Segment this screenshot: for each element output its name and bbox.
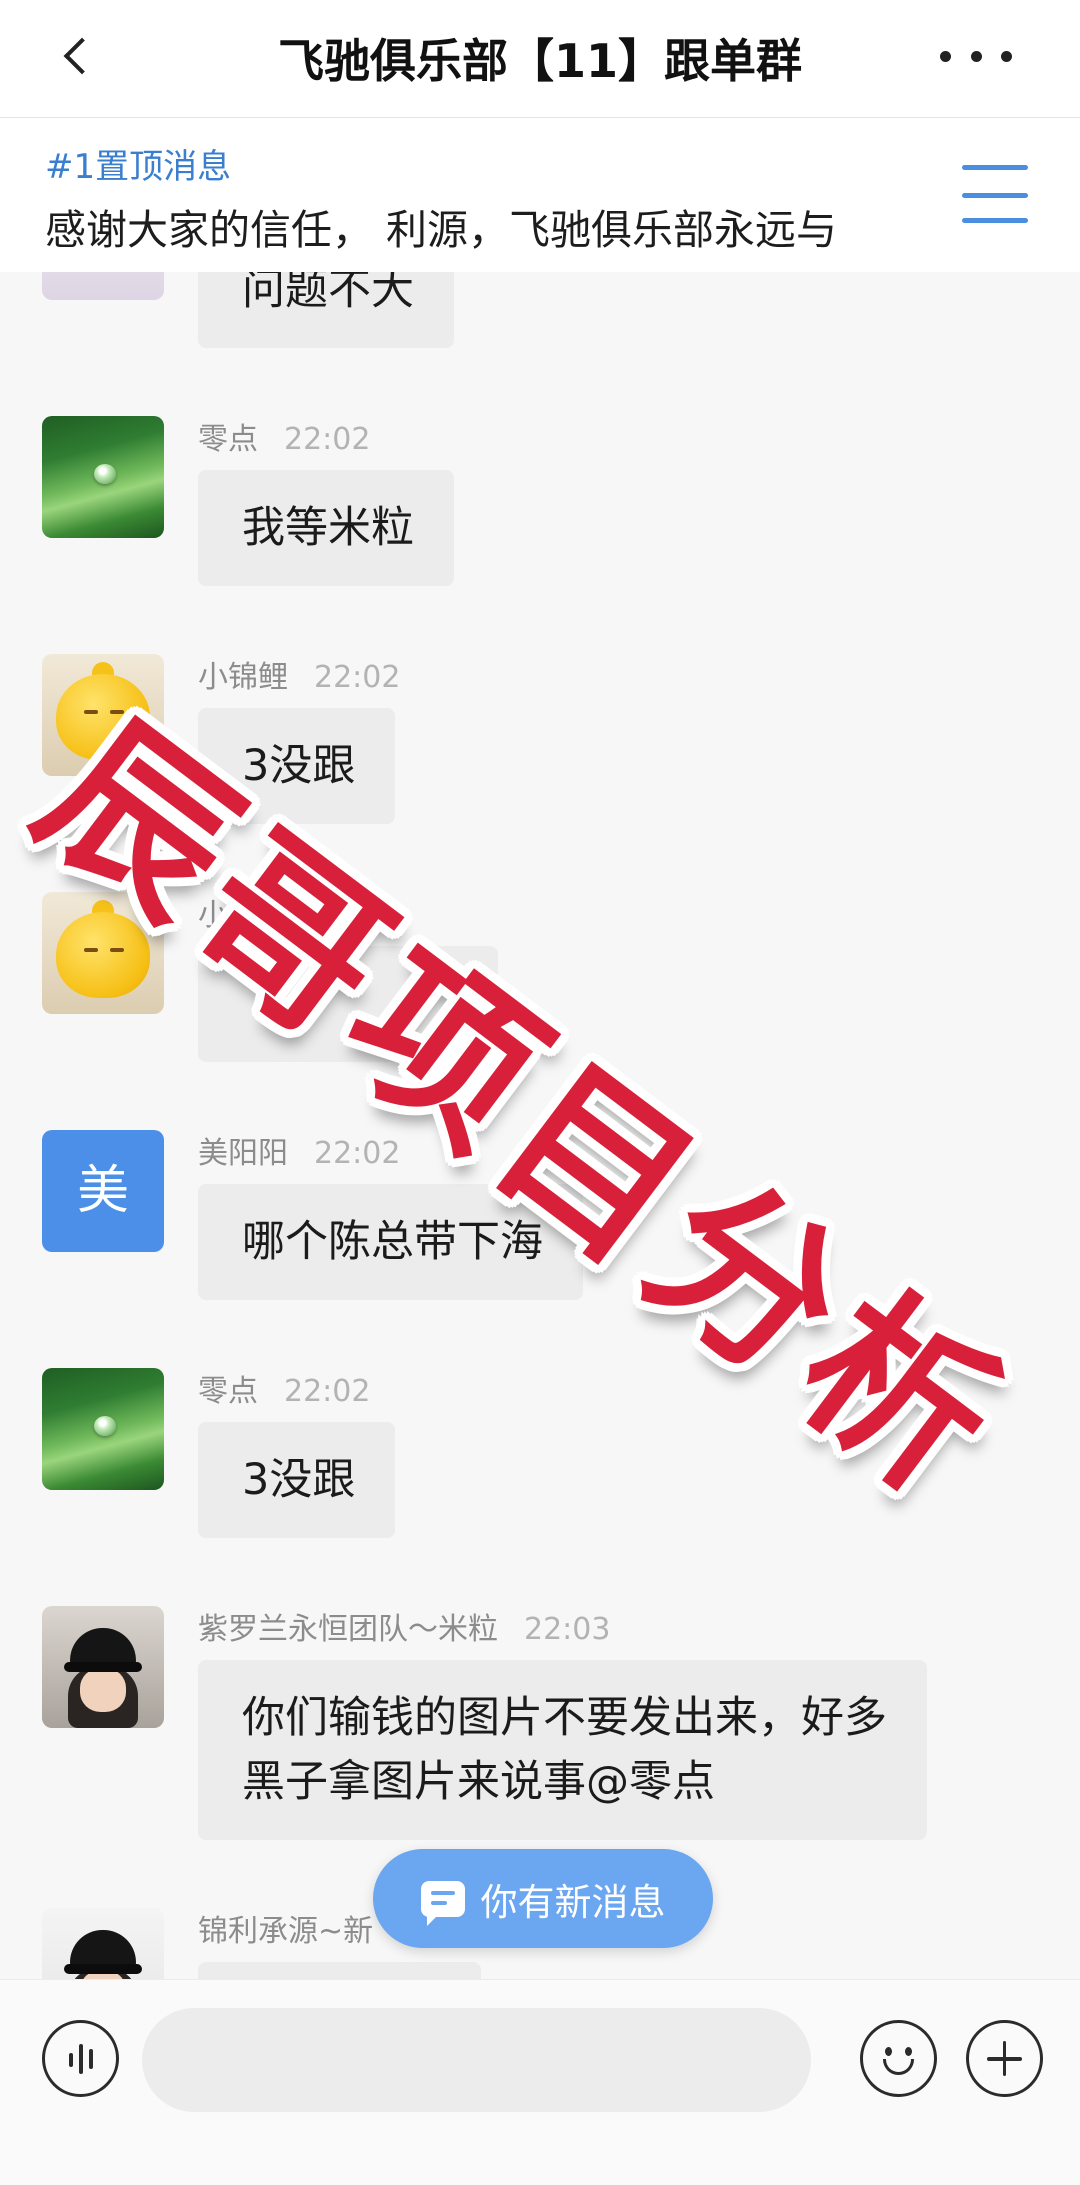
message-bubble[interactable]: 我等米粒 bbox=[198, 470, 454, 586]
message-item: 小 bbox=[0, 892, 1080, 1062]
message-meta: 零点 22:02 bbox=[198, 1368, 1080, 1416]
message-text-line: 你们输钱的图片不要发出来，好多 bbox=[242, 1693, 887, 1743]
message-time: 22:02 bbox=[314, 660, 401, 695]
message-meta: 小 bbox=[198, 892, 1080, 940]
message-bubble[interactable] bbox=[198, 1962, 481, 1979]
emoji-icon[interactable] bbox=[860, 2020, 937, 2097]
message-list[interactable]: 问题不大 零点 22:02 我等米粒 小锦鲤 22:02 3没跟 小 美 美阳阳 22… bbox=[0, 118, 1080, 1979]
sender-name: 小 bbox=[198, 898, 228, 933]
sender-name: 小锦鲤 bbox=[198, 660, 288, 695]
message-item: 紫罗兰永恒团队～米粒 22:03 你们输钱的图片不要发出来，好多 黑子拿图片来说事… bbox=[0, 1606, 1080, 1840]
message-time: 22:02 bbox=[314, 1136, 401, 1171]
message-meta: 紫罗兰永恒团队～米粒 22:03 bbox=[198, 1606, 1080, 1654]
message-meta: 零点 22:02 bbox=[198, 416, 1080, 464]
message-text: 3没跟 bbox=[242, 1455, 356, 1505]
pinned-message-bar[interactable]: #1置顶消息 感谢大家的信任， 利源，飞驰俱乐部永远与 bbox=[0, 118, 1080, 272]
message-text: 3没跟 bbox=[242, 741, 356, 791]
plus-icon[interactable] bbox=[966, 2020, 1043, 2097]
cap-avatar[interactable] bbox=[42, 1908, 164, 1979]
duck-avatar[interactable] bbox=[42, 654, 164, 776]
message-bubble[interactable]: 3没跟 bbox=[198, 1422, 396, 1538]
pinned-tag: #1置顶消息 bbox=[45, 147, 232, 187]
leaf-avatar[interactable] bbox=[42, 1368, 164, 1490]
new-message-button[interactable]: 你有新消息 bbox=[373, 1849, 713, 1948]
sender-name: 零点 bbox=[198, 422, 258, 457]
message-meta: 小锦鲤 22:02 bbox=[198, 654, 1080, 702]
sender-name: 零点 bbox=[198, 1374, 258, 1409]
pinned-text: 感谢大家的信任， 利源，飞驰俱乐部永远与 bbox=[45, 206, 838, 254]
input-bar bbox=[0, 1979, 1080, 2185]
message-item: 零点 22:02 3没跟 bbox=[0, 1368, 1080, 1538]
new-message-label: 你有新消息 bbox=[480, 1880, 666, 1924]
leaf-avatar[interactable] bbox=[42, 416, 164, 538]
message-text: 我等米粒 bbox=[242, 503, 414, 553]
message-item: 小锦鲤 22:02 3没跟 bbox=[0, 654, 1080, 824]
letter-avatar[interactable]: 美 bbox=[42, 1130, 164, 1252]
message-time: 22:02 bbox=[284, 422, 371, 457]
more-dots-icon[interactable] bbox=[940, 44, 1012, 68]
chat-header: 飞驰俱乐部【11】跟单群 bbox=[0, 0, 1080, 118]
message-item: 美 美阳阳 22:02 哪个陈总带下海 bbox=[0, 1130, 1080, 1300]
message-text: 哪个陈总带下海 bbox=[242, 1217, 543, 1267]
message-icon bbox=[420, 1880, 465, 1926]
cap-avatar[interactable] bbox=[42, 1606, 164, 1728]
message-input[interactable] bbox=[142, 2008, 811, 2112]
sender-name: 美阳阳 bbox=[198, 1136, 288, 1171]
message-time: 22:03 bbox=[524, 1612, 611, 1647]
voice-icon[interactable] bbox=[42, 2020, 119, 2097]
group-title: 飞驰俱乐部【11】跟单群 bbox=[277, 34, 802, 88]
message-item: 零点 22:02 我等米粒 bbox=[0, 416, 1080, 586]
message-time: 22:02 bbox=[284, 1374, 371, 1409]
message-bubble[interactable]: 你们输钱的图片不要发出来，好多 黑子拿图片来说事@零点 bbox=[198, 1660, 927, 1840]
message-meta: 美阳阳 22:02 bbox=[198, 1130, 1080, 1178]
message-bubble[interactable]: 3没跟 bbox=[198, 708, 396, 824]
message-text-line: 黑子拿图片来说事@零点 bbox=[242, 1757, 715, 1807]
message-bubble[interactable]: 哪个陈总带下海 bbox=[198, 1184, 583, 1300]
message-bubble[interactable] bbox=[198, 946, 498, 1062]
sender-name: 紫罗兰永恒团队～米粒 bbox=[198, 1612, 498, 1647]
duck-avatar[interactable] bbox=[42, 892, 164, 1014]
hamburger-menu-icon[interactable] bbox=[962, 162, 1028, 224]
sender-name: 锦利承源~新 bbox=[198, 1914, 374, 1949]
